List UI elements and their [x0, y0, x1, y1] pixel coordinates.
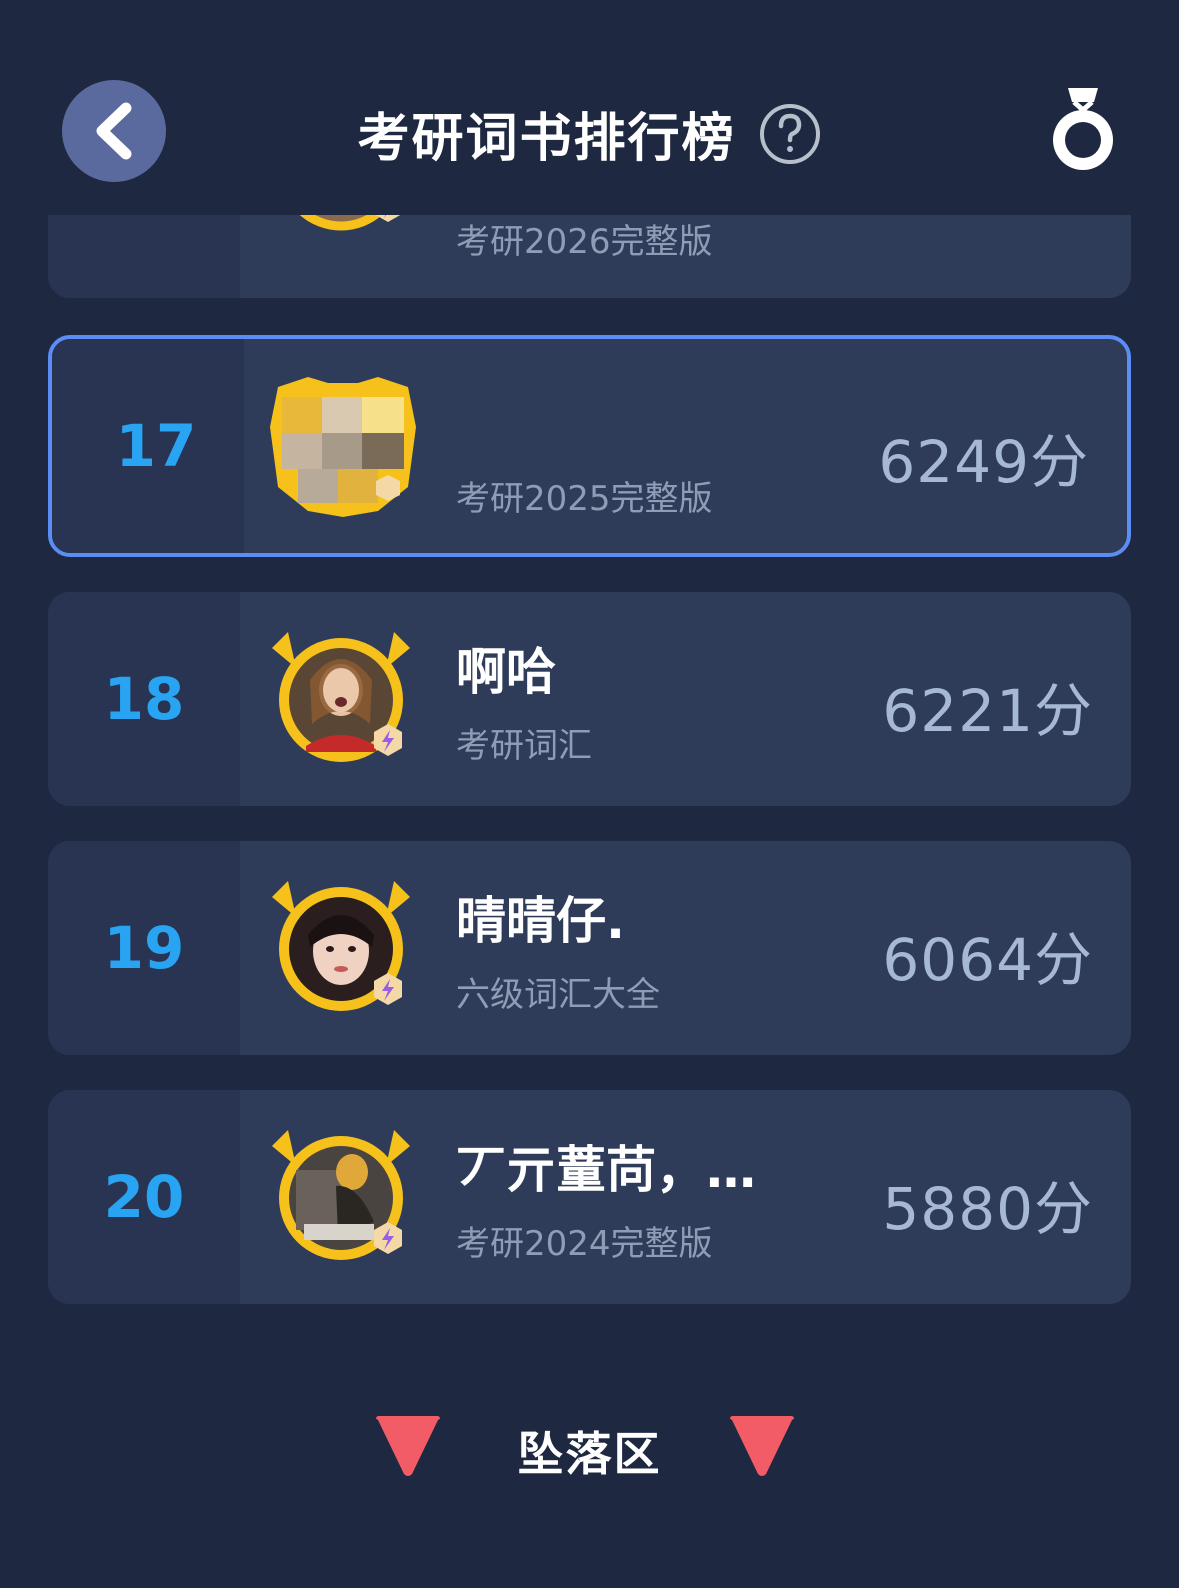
ranking-row-current-user[interactable]: 17 考研2025完整版 6249分: [48, 335, 1131, 557]
user-name: 晴晴仔.: [456, 892, 625, 950]
rank-number: 19: [103, 914, 185, 982]
avatar: [272, 1130, 410, 1260]
score: 6221分: [882, 677, 1093, 745]
user-name: 啊哈: [456, 643, 556, 701]
leaderboard-screen: 考研2026完整版 17 考研2025完整版 6249分 18 啊哈 考研词汇 …: [0, 0, 1179, 1588]
rank-number: 17: [115, 412, 197, 480]
question-circle-icon[interactable]: [758, 102, 822, 166]
rank-number: 18: [103, 665, 185, 733]
falling-zone-label: 坠落区: [517, 1427, 662, 1481]
medal-icon[interactable]: [1048, 84, 1118, 176]
score: 5880分: [882, 1175, 1093, 1243]
avatar: [270, 377, 416, 517]
word-book: 六级词汇大全: [456, 975, 660, 1015]
falling-zone-divider: 坠落区: [0, 1410, 1179, 1490]
avatar: [272, 881, 410, 1011]
title-group: 考研词书排行榜: [0, 96, 1179, 171]
ranking-row[interactable]: 19 晴晴仔. 六级词汇大全 6064分: [48, 841, 1131, 1055]
user-name: 丆亓蕫苘，…: [456, 1141, 756, 1199]
word-book: 考研2026完整版: [456, 222, 713, 262]
down-triangle-icon: [730, 1416, 794, 1476]
word-book: 考研2024完整版: [456, 1224, 713, 1264]
word-book: 考研2025完整版: [456, 479, 713, 519]
top-bar: 考研词书排行榜: [0, 0, 1179, 215]
word-book: 考研词汇: [456, 726, 592, 766]
score: 6249分: [878, 428, 1089, 496]
ranking-row[interactable]: 18 啊哈 考研词汇 6221分: [48, 592, 1131, 806]
avatar: [272, 632, 410, 762]
rank-number: 20: [103, 1163, 185, 1231]
score: 6064分: [882, 926, 1093, 994]
page-title: 考研词书排行榜: [357, 109, 736, 169]
ranking-row[interactable]: 20 丆亓蕫苘，… 考研2024完整版 5880分: [48, 1090, 1131, 1304]
